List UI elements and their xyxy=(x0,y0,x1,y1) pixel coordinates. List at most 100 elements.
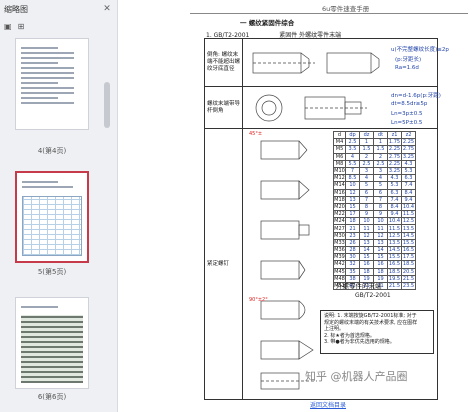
table-cell: 10.4 xyxy=(401,202,416,212)
table-cell: 10.4 xyxy=(387,217,402,226)
table-row: M20 15 8 8 8.4 10.4 xyxy=(333,202,416,212)
formula-line: u(不完整螺纹长度)≤2p xyxy=(391,47,449,53)
formula-line: dn=d-1.6p(p:牙距) xyxy=(391,93,441,99)
watermark: 知乎 @机器人产品圈 xyxy=(305,370,408,383)
table-cell: 21.5 xyxy=(401,274,416,283)
table-cell: 3.25 xyxy=(387,166,402,176)
dog-point-drawing xyxy=(304,96,367,120)
angle-note: 90°±2° xyxy=(249,297,268,303)
table-cell: 2.75 xyxy=(401,145,416,154)
table-cell: 9 xyxy=(359,210,374,219)
running-header: 6u零件速查手册 xyxy=(322,5,370,13)
section-title: 一 螺纹紧固件综合 xyxy=(240,19,295,27)
sidebar-scrollbar[interactable] xyxy=(104,82,110,128)
table-cell: 3.25 xyxy=(401,152,416,161)
table-cell: 2.5 xyxy=(359,159,374,168)
table-cell: 6 xyxy=(359,188,374,197)
table-cell: 15 xyxy=(345,202,360,212)
table-row: M39 30 15 15 15.5 17.5 xyxy=(333,253,416,262)
table-cell: 13 xyxy=(359,238,374,248)
table-cell: 8.5 xyxy=(345,174,360,183)
table-cell: 12 xyxy=(359,231,374,240)
table-cell: 9 xyxy=(373,210,388,219)
thumbnail-label: 5(第5页) xyxy=(37,268,67,276)
row-label: 紧定螺钉 xyxy=(205,129,243,399)
table-cell: 13.5 xyxy=(401,224,416,233)
table-cell: M12 xyxy=(333,174,346,183)
table-cell: M36 xyxy=(333,245,346,255)
back-to-toc-link[interactable]: 返回文档目录 xyxy=(310,400,346,409)
row-label: 螺纹末端带导杆倒角 xyxy=(205,87,243,128)
table-cell: M39 xyxy=(333,253,346,262)
table-cell: 17 xyxy=(345,210,360,219)
table-header-row: d dp dz dt z1 z2 xyxy=(333,130,416,140)
table-cell: 7 xyxy=(345,166,360,176)
table-cell: 11 xyxy=(359,224,374,233)
table-cell: M33 xyxy=(333,238,346,248)
table-row: M18 13 7 7 7.4 9.4 xyxy=(333,195,416,204)
table-cell: 23.5 xyxy=(401,281,416,291)
page-thumbnail-5[interactable] xyxy=(15,171,89,263)
table-row: M45 35 18 18 18.5 20.5 xyxy=(333,267,416,276)
table-cell: 5.3 xyxy=(387,181,402,190)
table-cell: 23 xyxy=(345,231,360,240)
table-cell: 13 xyxy=(373,238,388,248)
col-header: dp xyxy=(345,130,360,140)
table-cell: M14 xyxy=(333,181,346,190)
table-cell: 5 xyxy=(373,181,388,190)
grid-view-icon[interactable]: ⊞ xyxy=(18,22,25,31)
table-cell: 3 xyxy=(373,166,388,176)
table-cell: 1 xyxy=(373,138,388,147)
table-cell: 11 xyxy=(373,224,388,233)
col-header: z1 xyxy=(387,130,402,140)
ends-title: 外螺零件的末端 xyxy=(336,282,382,290)
chamfer-drawing xyxy=(252,52,315,74)
table-cell: 2.25 xyxy=(387,159,402,168)
table-cell: 16 xyxy=(359,260,374,269)
table-cell: 14 xyxy=(359,245,374,255)
table-cell: 26 xyxy=(345,238,360,248)
table-cell: 7.4 xyxy=(387,195,402,204)
table-cell: 1 xyxy=(359,138,374,147)
table-cell: M10 xyxy=(333,166,346,176)
thumbnail-view-icon[interactable]: ▣ xyxy=(4,22,12,31)
table-cell: 8.4 xyxy=(401,188,416,197)
close-icon[interactable]: ✕ xyxy=(101,3,113,15)
table-cell: M20 xyxy=(333,202,346,212)
table-cell: 16.5 xyxy=(387,260,402,269)
table-cell: 14.5 xyxy=(401,231,416,240)
table-cell: 16.5 xyxy=(401,245,416,255)
table-cell: 6.3 xyxy=(387,188,402,197)
table-row: M30 23 12 12 12.5 14.5 xyxy=(333,231,416,240)
table-cell: 10 xyxy=(373,217,388,226)
page-thumbnail-6[interactable] xyxy=(15,297,89,389)
table-cell: M22 xyxy=(333,210,346,219)
table-row: M5 3.5 1.5 1.5 2.25 2.75 xyxy=(333,145,416,154)
table-cell: 21 xyxy=(345,224,360,233)
pdf-reader-window: 缩略图 ✕ ▣ ⊞ 4(第4页) 5(第5页) 6(第6页) 6u零件速查手册 … xyxy=(0,0,474,412)
table-cell: 18.5 xyxy=(401,260,416,269)
table-cell: 5.3 xyxy=(401,166,416,176)
table-row: M4 2.5 1 1 1.75 2.25 xyxy=(333,138,416,147)
col-header: d xyxy=(333,130,346,140)
table-cell: 7 xyxy=(373,195,388,204)
table-cell: 8 xyxy=(359,202,374,212)
table-cell: 35 xyxy=(345,267,360,276)
table-cell: 2 xyxy=(359,152,374,161)
table-cell: 5 xyxy=(359,181,374,190)
table-cell: M6 xyxy=(333,152,346,161)
notes-box: 说明: 1. 末端按旋GB/T2-2001标准; 对于 规定的螺纹末端的有关技术… xyxy=(320,310,434,354)
col-header: z2 xyxy=(401,130,416,140)
angle-note: 45°± xyxy=(249,131,263,137)
table-cell: 3.5 xyxy=(345,145,360,154)
table-cell: 6 xyxy=(373,188,388,197)
table-cell: 3 xyxy=(359,166,374,176)
table-cell: 5.5 xyxy=(345,159,360,168)
table-cell: 13.5 xyxy=(387,238,402,248)
thumbnail-label: 6(第6页) xyxy=(37,393,67,401)
table-cell: 11.5 xyxy=(401,210,416,219)
row-label: 倒角: 螺纹末端不能超出螺纹牙底直径 xyxy=(205,39,243,86)
page-thumbnail-4[interactable] xyxy=(15,38,89,130)
table-cell: 18 xyxy=(373,267,388,276)
col-header: dz xyxy=(359,130,374,140)
